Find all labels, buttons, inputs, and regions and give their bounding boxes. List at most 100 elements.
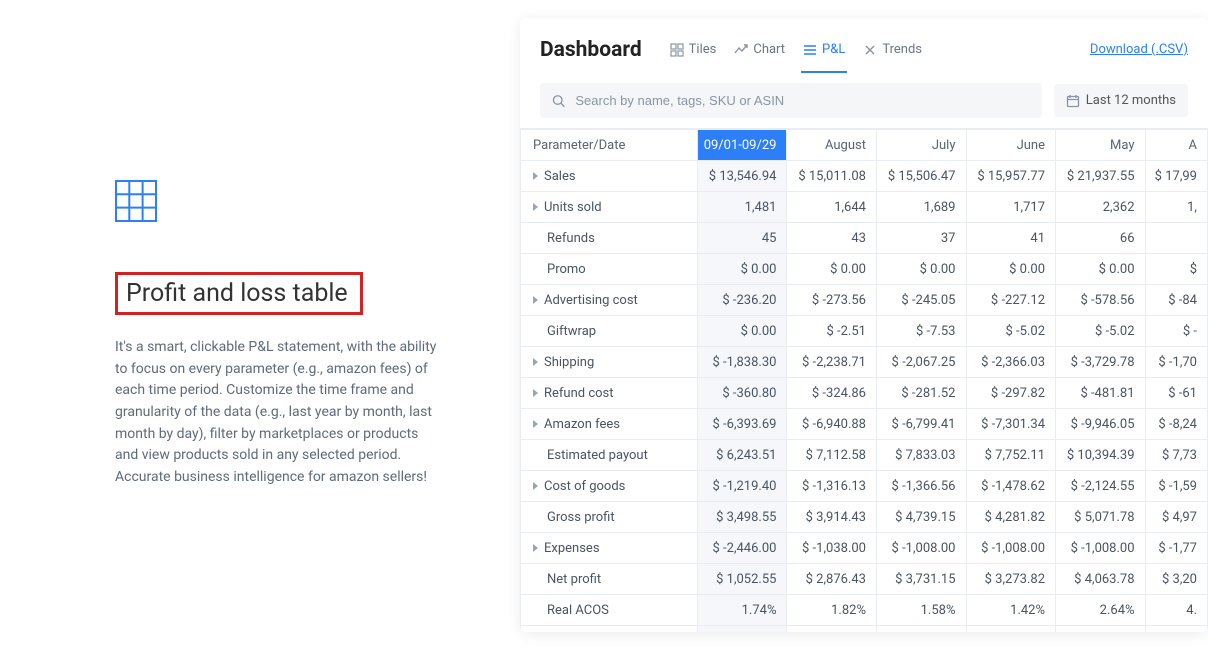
table-cell: $ -2,238.71 bbox=[787, 347, 877, 378]
table-cell: $ -1,008.00 bbox=[966, 533, 1056, 564]
table-cell: 2.62% bbox=[787, 626, 877, 633]
table-cell: 1.58% bbox=[876, 595, 966, 626]
table-cell: $ -273.56 bbox=[787, 285, 877, 316]
table-cell: $ -61 bbox=[1145, 378, 1207, 409]
table-cell: $ -1,038.00 bbox=[787, 533, 877, 564]
table-cell: $ -6,940.88 bbox=[787, 409, 877, 440]
table-cell: $ 0.00 bbox=[966, 254, 1056, 285]
table-cell: $ 0.00 bbox=[787, 254, 877, 285]
row-label[interactable]: Promo bbox=[521, 254, 698, 285]
table-cell: 45 bbox=[697, 223, 787, 254]
feature-title: Profit and loss table bbox=[126, 279, 348, 308]
column-header-parameter: Parameter/Date bbox=[521, 130, 698, 161]
table-cell: $ 15,506.47 bbox=[876, 161, 966, 192]
download-csv-link[interactable]: Download (.CSV) bbox=[1090, 42, 1188, 57]
table-row[interactable]: Refunds4543374166 bbox=[521, 223, 1208, 254]
column-header-date[interactable]: July bbox=[876, 130, 966, 161]
row-label[interactable]: Units sold bbox=[521, 192, 698, 223]
row-label[interactable]: Amazon fees bbox=[521, 409, 698, 440]
calendar-icon bbox=[1066, 94, 1080, 108]
column-header-date[interactable]: June bbox=[966, 130, 1056, 161]
table-row[interactable]: Net profit$ 1,052.55$ 2,876.43$ 3,731.15… bbox=[521, 564, 1208, 595]
row-label[interactable]: Giftwrap bbox=[521, 316, 698, 347]
table-cell: 2.79% bbox=[1056, 626, 1146, 633]
column-header-date[interactable]: 09/01-09/29 bbox=[697, 130, 787, 161]
expand-caret-icon[interactable] bbox=[533, 358, 538, 366]
tab-tiles[interactable]: Tiles bbox=[670, 34, 717, 65]
table-row[interactable]: Advertising cost$ -236.20$ -273.56$ -245… bbox=[521, 285, 1208, 316]
table-row[interactable]: Giftwrap$ 0.00$ -2.51$ -7.53$ -5.02$ -5.… bbox=[521, 316, 1208, 347]
expand-caret-icon[interactable] bbox=[533, 420, 538, 428]
row-label[interactable]: Real ACOS bbox=[521, 595, 698, 626]
date-range-label: Last 12 months bbox=[1086, 93, 1176, 108]
expand-caret-icon[interactable] bbox=[533, 544, 538, 552]
row-label[interactable]: Expenses bbox=[521, 533, 698, 564]
table-cell: 3.04% bbox=[697, 626, 787, 633]
search-box[interactable] bbox=[540, 83, 1042, 118]
table-cell: $ -2,067.25 bbox=[876, 347, 966, 378]
expand-caret-icon[interactable] bbox=[533, 172, 538, 180]
expand-caret-icon[interactable] bbox=[533, 296, 538, 304]
table-row[interactable]: Promo$ 0.00$ 0.00$ 0.00$ 0.00$ 0.00$ bbox=[521, 254, 1208, 285]
table-row[interactable]: % Refunds3.04%2.62%2.19%2.39%2.79%4. bbox=[521, 626, 1208, 633]
table-row[interactable]: Real ACOS1.74%1.82%1.58%1.42%2.64%4. bbox=[521, 595, 1208, 626]
table-cell: $ 0.00 bbox=[876, 254, 966, 285]
table-row[interactable]: Amazon fees$ -6,393.69$ -6,940.88$ -6,79… bbox=[521, 409, 1208, 440]
table-cell: $ 1,052.55 bbox=[697, 564, 787, 595]
column-header-date[interactable]: May bbox=[1056, 130, 1146, 161]
table-cell: 4. bbox=[1145, 626, 1207, 633]
table-cell: $ -2.51 bbox=[787, 316, 877, 347]
table-cell: $ 15,011.08 bbox=[787, 161, 877, 192]
tab-pl[interactable]: P&L bbox=[803, 34, 845, 65]
table-cell: $ -236.20 bbox=[697, 285, 787, 316]
table-cell: 1, bbox=[1145, 192, 1207, 223]
table-row[interactable]: Gross profit$ 3,498.55$ 3,914.43$ 4,739.… bbox=[521, 502, 1208, 533]
expand-caret-icon[interactable] bbox=[533, 389, 538, 397]
table-row[interactable]: Refund cost$ -360.80$ -324.86$ -281.52$ … bbox=[521, 378, 1208, 409]
column-header-date[interactable]: A bbox=[1145, 130, 1207, 161]
tab-trends[interactable]: Trends bbox=[863, 34, 922, 65]
expand-caret-icon[interactable] bbox=[533, 203, 538, 211]
table-row[interactable]: Cost of goods$ -1,219.40$ -1,316.13$ -1,… bbox=[521, 471, 1208, 502]
chart-icon bbox=[734, 43, 748, 57]
table-cell: $ -245.05 bbox=[876, 285, 966, 316]
table-cell: $ -578.56 bbox=[1056, 285, 1146, 316]
row-label[interactable]: Shipping bbox=[521, 347, 698, 378]
row-label[interactable]: Estimated payout bbox=[521, 440, 698, 471]
tiles-icon bbox=[670, 43, 684, 57]
table-cell: $ -1,366.56 bbox=[876, 471, 966, 502]
expand-caret-icon[interactable] bbox=[533, 482, 538, 490]
table-cell: $ 0.00 bbox=[697, 254, 787, 285]
table-cell: 1.82% bbox=[787, 595, 877, 626]
row-label[interactable]: Cost of goods bbox=[521, 471, 698, 502]
table-cell: $ -1,70 bbox=[1145, 347, 1207, 378]
tab-chart[interactable]: Chart bbox=[734, 34, 785, 65]
dashboard-card: Dashboard Tiles Chart P&L bbox=[520, 18, 1208, 632]
row-label[interactable]: Gross profit bbox=[521, 502, 698, 533]
table-cell: $ -324.86 bbox=[787, 378, 877, 409]
column-header-date[interactable]: August bbox=[787, 130, 877, 161]
search-icon bbox=[552, 94, 565, 108]
table-row[interactable]: Estimated payout$ 6,243.51$ 7,112.58$ 7,… bbox=[521, 440, 1208, 471]
table-cell: $ 4,281.82 bbox=[966, 502, 1056, 533]
search-input[interactable] bbox=[573, 92, 1029, 109]
table-row[interactable]: Sales$ 13,546.94$ 15,011.08$ 15,506.47$ … bbox=[521, 161, 1208, 192]
table-row[interactable]: Expenses$ -2,446.00$ -1,038.00$ -1,008.0… bbox=[521, 533, 1208, 564]
table-cell: $ -297.82 bbox=[966, 378, 1056, 409]
table-cell: $ bbox=[1145, 254, 1207, 285]
table-row[interactable]: Units sold1,4811,6441,6891,7172,3621, bbox=[521, 192, 1208, 223]
table-cell: 1,689 bbox=[876, 192, 966, 223]
table-cell: $ 7,752.11 bbox=[966, 440, 1056, 471]
table-cell: $ 7,833.03 bbox=[876, 440, 966, 471]
table-row[interactable]: Shipping$ -1,838.30$ -2,238.71$ -2,067.2… bbox=[521, 347, 1208, 378]
table-cell: $ -7,301.34 bbox=[966, 409, 1056, 440]
date-range-filter[interactable]: Last 12 months bbox=[1054, 84, 1188, 117]
row-label[interactable]: Sales bbox=[521, 161, 698, 192]
table-cell: $ -5.02 bbox=[1056, 316, 1146, 347]
row-label[interactable]: Refunds bbox=[521, 223, 698, 254]
row-label[interactable]: Refund cost bbox=[521, 378, 698, 409]
row-label[interactable]: Net profit bbox=[521, 564, 698, 595]
row-label[interactable]: % Refunds bbox=[521, 626, 698, 633]
table-cell: $ -1,77 bbox=[1145, 533, 1207, 564]
row-label[interactable]: Advertising cost bbox=[521, 285, 698, 316]
